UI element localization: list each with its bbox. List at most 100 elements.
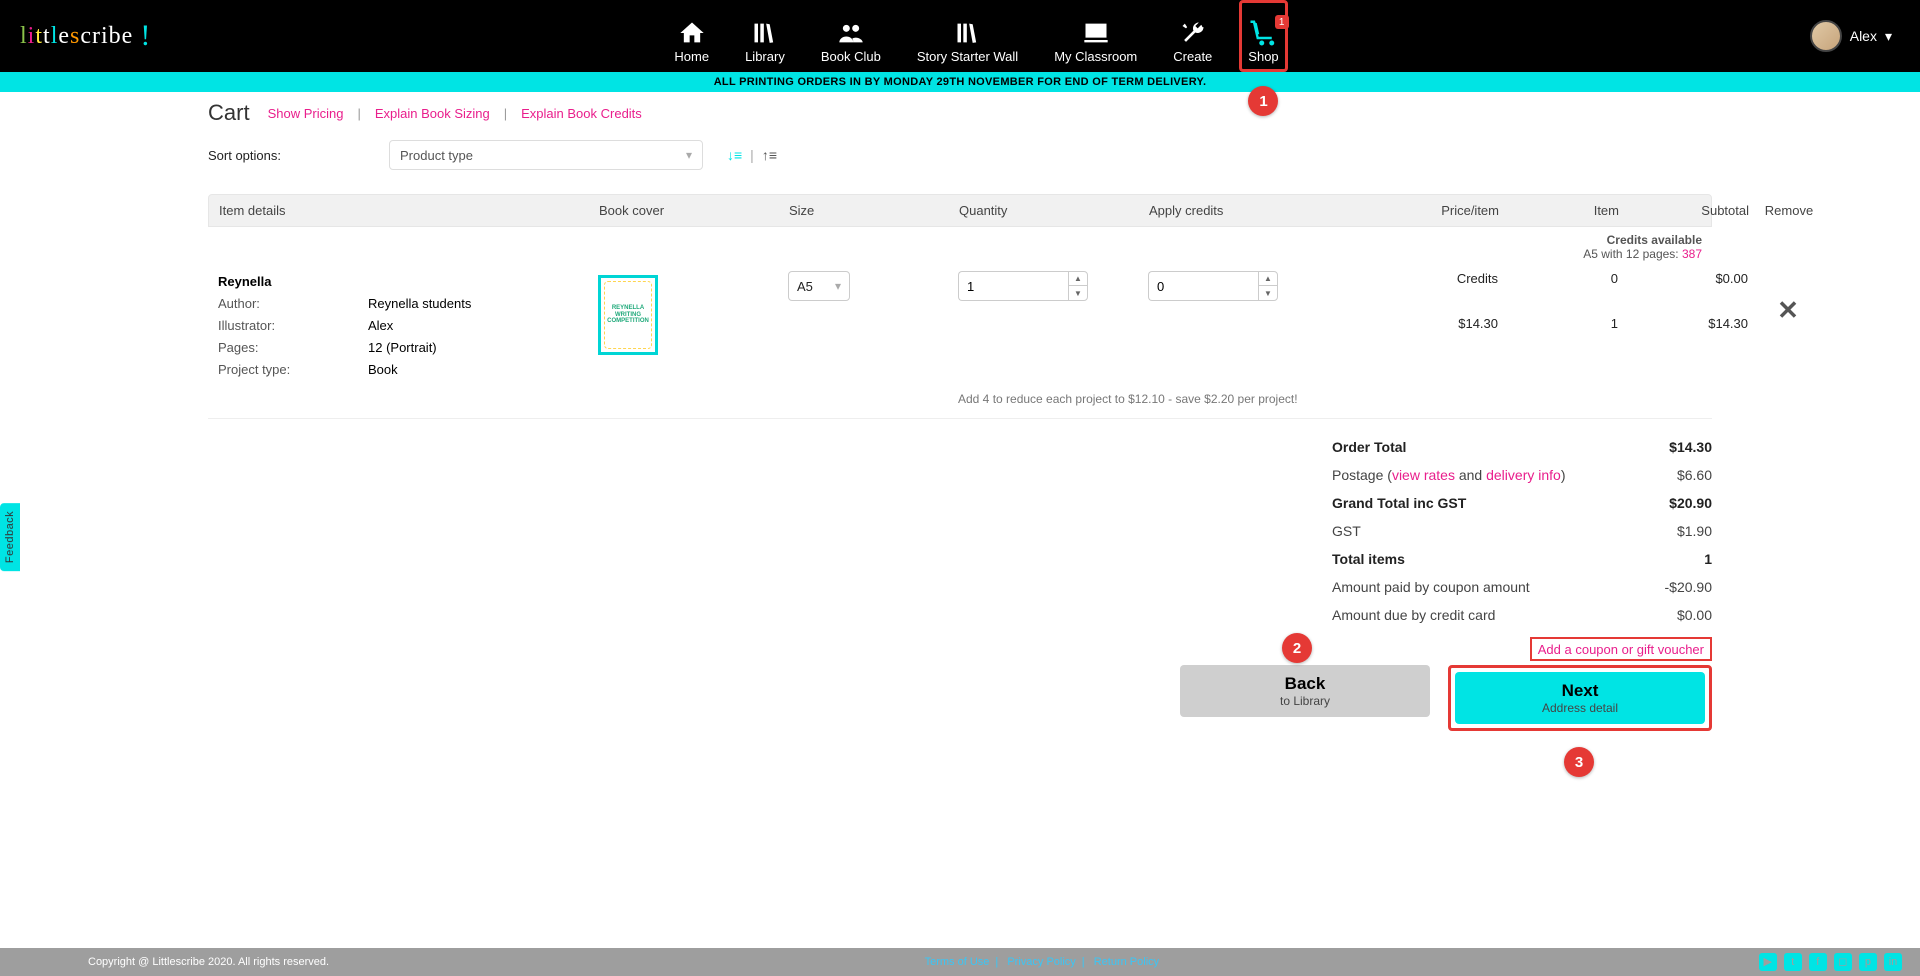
col-size: Size <box>789 203 959 218</box>
wrench-icon <box>1179 17 1207 49</box>
callout-2: 2 <box>1282 633 1312 663</box>
illus-value: Alex <box>368 315 598 337</box>
back-sub: to Library <box>1280 694 1330 708</box>
next-button[interactable]: Next Address detail <box>1455 672 1705 724</box>
cart-table-header: Item details Book cover Size Quantity Ap… <box>208 194 1712 227</box>
footer-copyright: Copyright @ Littlescribe 2020. All right… <box>18 956 329 968</box>
facebook-icon[interactable]: f <box>1809 953 1827 971</box>
credits-row-sub: $0.00 <box>1618 271 1748 286</box>
footer-links: Terms of Use| Privacy Policy| Return Pol… <box>919 956 1166 968</box>
item-cell: 0 1 <box>1498 271 1618 331</box>
nav-story-starter-wall[interactable]: Story Starter Wall <box>913 17 1022 64</box>
credits-input[interactable] <box>1148 271 1258 301</box>
youtube-icon[interactable]: ▶ <box>1759 953 1777 971</box>
top-navbar: littlescribe ! Home Library Book Club Story… <box>0 0 1920 72</box>
price-cell: Credits $14.30 <box>1348 271 1498 331</box>
cover-text: REYNELLA WRITING COMPETITION <box>601 305 655 325</box>
credits-stepper[interactable]: ▲▼ <box>1148 271 1348 301</box>
cart-row: Reynella Author:Reynella students Illust… <box>208 261 1712 419</box>
nav-label: Library <box>745 49 785 64</box>
size-select[interactable]: A5 ▾ <box>788 271 850 301</box>
nav-create[interactable]: Create <box>1169 17 1216 64</box>
instagram-icon[interactable]: ◻ <box>1834 953 1852 971</box>
cc-due-label: Amount due by credit card <box>1332 607 1495 623</box>
item-details: Reynella Author:Reynella students Illust… <box>218 271 598 381</box>
chevron-down-icon: ▾ <box>835 279 841 293</box>
terms-link[interactable]: Terms of Use <box>925 956 990 968</box>
author-label: Author: <box>218 293 368 315</box>
return-link[interactable]: Return Policy <box>1094 956 1159 968</box>
nav-my-classroom[interactable]: My Classroom <box>1050 17 1141 64</box>
privacy-link[interactable]: Privacy Policy <box>1007 956 1075 968</box>
chalkboard-icon <box>1082 17 1110 49</box>
gst-value: $1.90 <box>1677 523 1712 539</box>
remove-button[interactable]: ✕ <box>1748 295 1828 326</box>
postage-suffix: ) <box>1561 467 1566 483</box>
nav-book-club[interactable]: Book Club <box>817 17 885 64</box>
sort-asc-icon[interactable]: ↓≡ <box>727 147 742 163</box>
sort-value: Product type <box>400 148 473 163</box>
book-cover-thumb[interactable]: REYNELLA WRITING COMPETITION <box>598 275 658 355</box>
credits-row-item: 0 <box>1498 271 1618 286</box>
qty-down-icon[interactable]: ▼ <box>1069 286 1087 300</box>
sort-row: Sort options: Product type ▾ ↓≡ | ↑≡ <box>208 140 1712 170</box>
sort-desc-icon[interactable]: ↑≡ <box>762 147 777 163</box>
credits-available-count[interactable]: 387 <box>1682 247 1702 261</box>
credits-cell: ▲▼ <box>1148 271 1348 301</box>
coupon-paid-label: Amount paid by coupon amount <box>1332 579 1530 595</box>
postage-and: and <box>1455 467 1486 483</box>
pages-value: 12 (Portrait) <box>368 337 598 359</box>
page-title: Cart <box>208 100 250 126</box>
grand-total-value: $20.90 <box>1669 495 1712 511</box>
chevron-down-icon: ▾ <box>1885 28 1892 45</box>
order-total-label: Order Total <box>1332 439 1406 455</box>
col-priceitem: Price/item <box>1349 203 1499 218</box>
add-coupon-link[interactable]: Add a coupon or gift voucher <box>1538 642 1704 657</box>
credits-available-prefix: A5 with 12 pages: <box>1583 247 1682 261</box>
col-qty: Quantity <box>959 203 1149 218</box>
view-rates-link[interactable]: view rates <box>1392 467 1455 483</box>
back-main: Back <box>1285 674 1326 694</box>
avatar <box>1810 20 1842 52</box>
user-menu[interactable]: Alex ▾ <box>1782 0 1920 72</box>
qty-up-icon[interactable]: ▲ <box>1069 272 1087 286</box>
back-button[interactable]: Back to Library <box>1180 665 1430 717</box>
col-item: Item <box>1499 203 1619 218</box>
cart-badge: 1 <box>1275 15 1289 29</box>
quantity-stepper[interactable]: ▲▼ <box>958 271 1148 301</box>
author-value: Reynella students <box>368 293 598 315</box>
delivery-info-link[interactable]: delivery info <box>1486 467 1561 483</box>
explain-credits-link[interactable]: Explain Book Credits <box>521 106 642 121</box>
twitter-icon[interactable]: t <box>1784 953 1802 971</box>
size-value: A5 <box>797 279 813 294</box>
nav-shop[interactable]: 1Shop <box>1244 17 1282 64</box>
feedback-tab[interactable]: Feedback <box>0 503 20 571</box>
show-pricing-link[interactable]: Show Pricing <box>268 106 344 121</box>
col-remove: Remove <box>1749 203 1829 218</box>
nav-library[interactable]: Library <box>741 17 789 64</box>
item-title: Reynella <box>218 271 598 293</box>
coupon-annot-box: Add a coupon or gift voucher <box>1530 637 1712 661</box>
nav-home[interactable]: Home <box>670 17 713 64</box>
nav-label: Create <box>1173 49 1212 64</box>
nav-label: My Classroom <box>1054 49 1137 64</box>
explain-sizing-link[interactable]: Explain Book Sizing <box>375 106 490 121</box>
announcement-banner: ALL PRINTING ORDERS IN BY MONDAY 29TH NO… <box>0 72 1920 92</box>
callout-3: 3 <box>1564 747 1594 777</box>
sort-select[interactable]: Product type ▾ <box>389 140 703 170</box>
books-icon <box>954 17 982 49</box>
ptype-value: Book <box>368 359 598 381</box>
linkedin-icon[interactable]: in <box>1884 953 1902 971</box>
order-total-value: $14.30 <box>1669 439 1712 455</box>
nav-label: Book Club <box>821 49 881 64</box>
promo-note: Add 4 to reduce each project to $12.10 -… <box>958 391 1348 408</box>
pinterest-icon[interactable]: p <box>1859 953 1877 971</box>
cred-down-icon[interactable]: ▼ <box>1259 286 1277 300</box>
ptype-label: Project type: <box>218 359 368 381</box>
grand-total-label: Grand Total inc GST <box>1332 495 1466 511</box>
cred-up-icon[interactable]: ▲ <box>1259 272 1277 286</box>
quantity-input[interactable] <box>958 271 1068 301</box>
coupon-paid-value: -$20.90 <box>1665 579 1712 595</box>
credits-available: Credits available A5 with 12 pages: 387 <box>208 227 1712 261</box>
brand-logo[interactable]: littlescribe ! <box>0 0 171 72</box>
